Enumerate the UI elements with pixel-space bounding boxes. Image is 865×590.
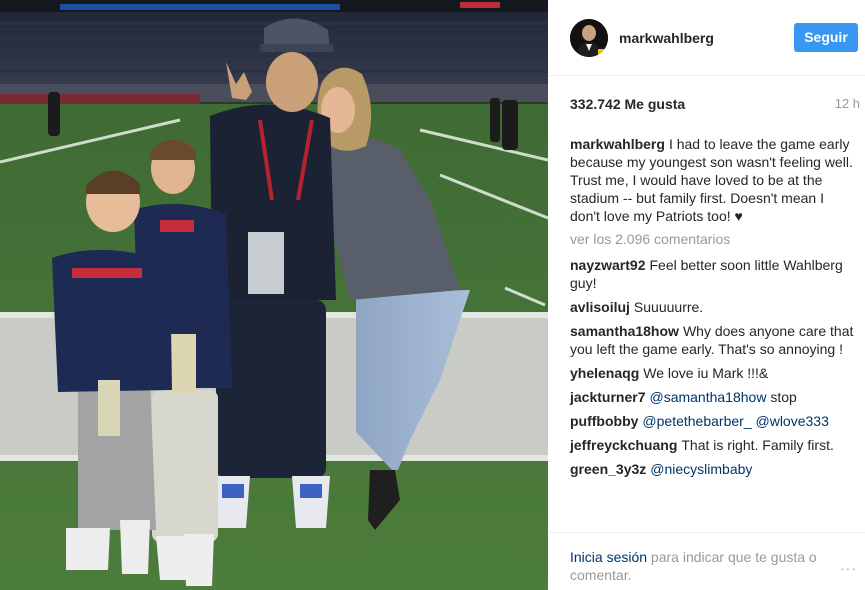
comment-username[interactable]: green_3y3z: [570, 461, 646, 477]
comment-username[interactable]: avlisoiluj: [570, 299, 630, 315]
comment-text: stop: [766, 389, 797, 405]
follow-button[interactable]: Seguir: [794, 23, 858, 52]
comment-item: jeffreyckchuang That is right. Family fir…: [570, 436, 855, 454]
comment-text: We love iu Mark !!!&: [643, 365, 769, 381]
comment-mention-link[interactable]: @niecyslimbaby: [650, 461, 752, 477]
comments-list: markwahlberg I had to leave the game earl…: [570, 135, 855, 484]
post-header: markwahlberg Seguir: [548, 0, 865, 76]
post-caption: markwahlberg I had to leave the game earl…: [570, 135, 855, 225]
likes-count[interactable]: 332.742 Me gusta: [570, 96, 685, 112]
comment-username[interactable]: jackturner7: [570, 389, 645, 405]
comment-mention-link[interactable]: @petethebarber_: [642, 413, 751, 429]
more-options-icon[interactable]: ···: [840, 560, 857, 576]
comment-username[interactable]: yhelenaqg: [570, 365, 639, 381]
comment-mention-link[interactable]: @wlove333: [756, 413, 829, 429]
avatar[interactable]: [570, 19, 608, 57]
caption-username[interactable]: markwahlberg: [570, 136, 665, 152]
comment-mention-link[interactable]: @samantha18how: [649, 389, 766, 405]
avatar-image: [570, 19, 608, 57]
login-prompt: Inicia sesión para indicar que te gusta …: [570, 548, 830, 584]
comment-username[interactable]: puffbobby: [570, 413, 638, 429]
header-username-link[interactable]: markwahlberg: [619, 30, 714, 46]
comment-username[interactable]: samantha18how: [570, 323, 679, 339]
comment-username[interactable]: jeffreyckchuang: [570, 437, 677, 453]
photo-scene: [0, 0, 548, 590]
comment-item: samantha18how Why does anyone care that y…: [570, 322, 855, 358]
comment-item: yhelenaqg We love iu Mark !!!&: [570, 364, 855, 382]
post-sidebar: markwahlberg Seguir 332.742 Me gusta 12 …: [548, 0, 865, 590]
likes-row: 332.742 Me gusta 12 h: [570, 96, 860, 116]
comment-item: avlisoiluj Suuuuurre.: [570, 298, 855, 316]
post-footer: Inicia sesión para indicar que te gusta …: [548, 532, 865, 590]
comment-text: That is right. Family first.: [681, 437, 834, 453]
login-link[interactable]: Inicia sesión: [570, 549, 647, 565]
comment-item: green_3y3z @niecyslimbaby: [570, 460, 855, 478]
post-photo[interactable]: [0, 0, 548, 590]
comment-username[interactable]: nayzwart92: [570, 257, 645, 273]
comment-item: puffbobby @petethebarber_ @wlove333: [570, 412, 855, 430]
comment-text: Suuuuurre.: [633, 299, 704, 315]
view-all-comments-link[interactable]: ver los 2.096 comentarios: [570, 230, 855, 248]
comment-item: jackturner7 @samantha18how stop: [570, 388, 855, 406]
post-timestamp[interactable]: 12 h: [835, 96, 860, 111]
comment-item: nayzwart92 Feel better soon little Wahlbe…: [570, 256, 855, 292]
